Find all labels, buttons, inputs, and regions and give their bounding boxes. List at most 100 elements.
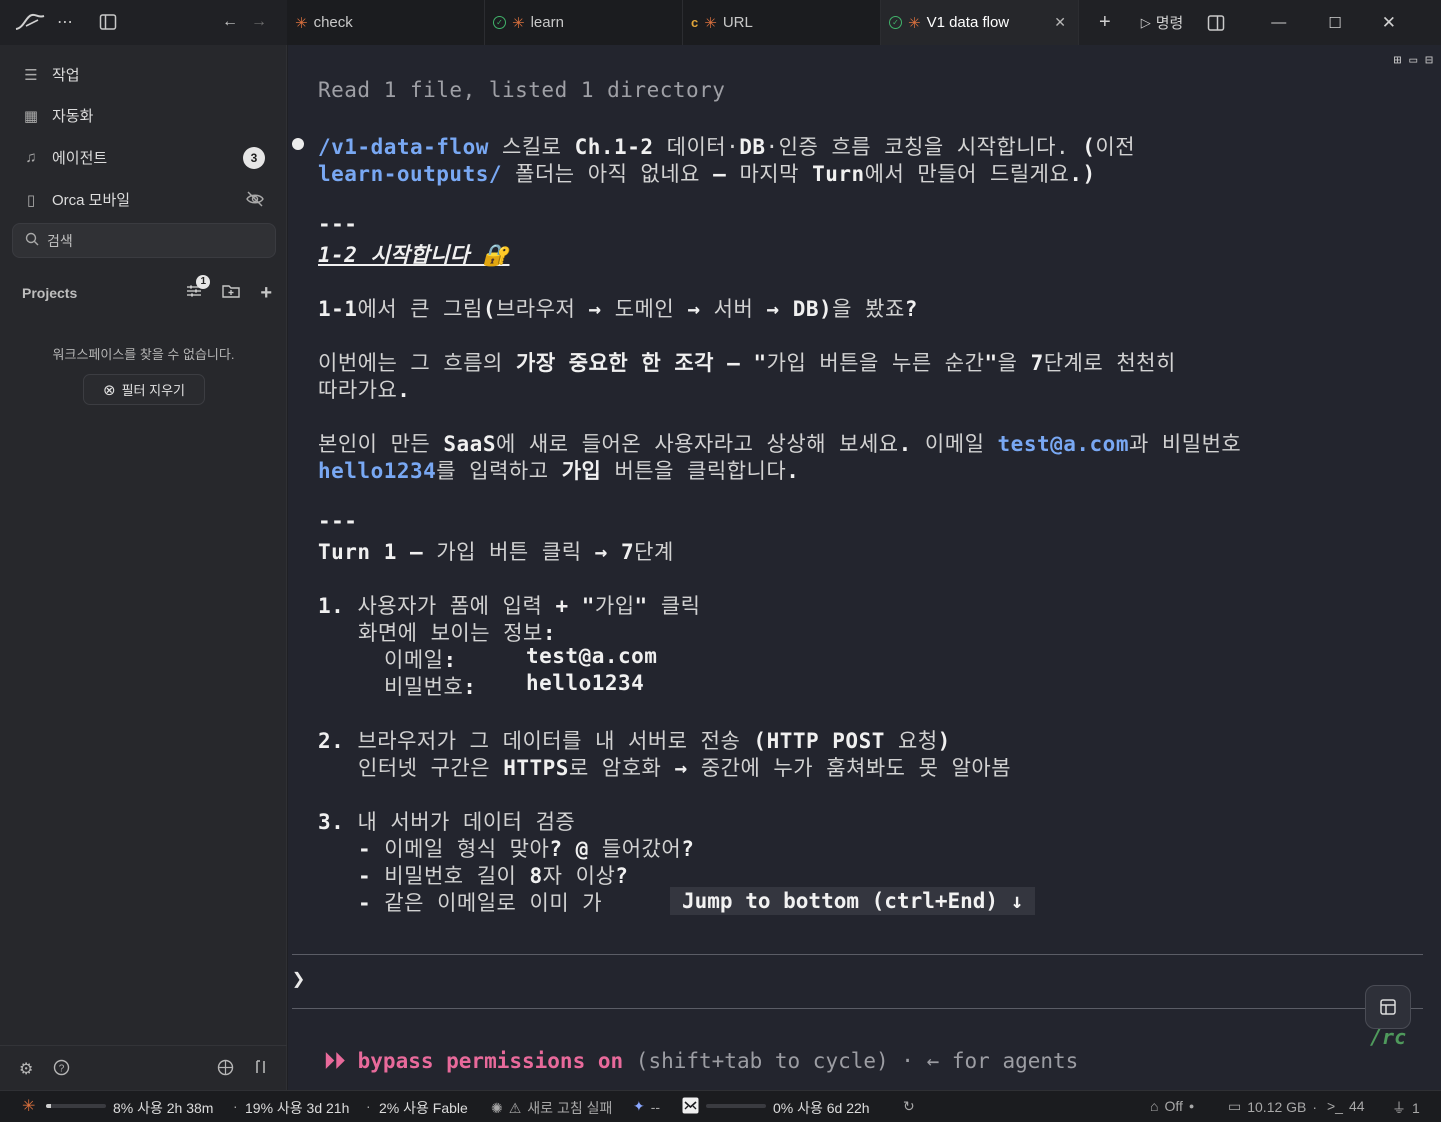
step-3-title: 3. 내 서버가 데이터 검증 xyxy=(318,810,576,834)
status-separator: · xyxy=(233,1098,238,1114)
layout-panel-button[interactable] xyxy=(1365,985,1411,1029)
empty-workspace-message: 워크스페이스를 찾을 수 없습니다. xyxy=(52,347,235,362)
sidebar-item-label: 작업 xyxy=(52,67,80,84)
search-icon xyxy=(25,232,39,249)
eye-off-icon[interactable] xyxy=(246,191,264,211)
terminal-count[interactable]: >_ 44 xyxy=(1327,1098,1365,1114)
usage-weekly[interactable]: 19% 사용 3d 21h xyxy=(245,1098,349,1118)
more-icon[interactable]: ⋯ xyxy=(57,12,73,32)
forward-arrow-icon[interactable]: → xyxy=(251,13,267,31)
bot-icon: ⌂ xyxy=(1150,1098,1159,1114)
tab-learn[interactable]: ✓ ✳ learn xyxy=(485,0,683,45)
sidebar-toggle-icon[interactable] xyxy=(99,13,117,31)
prompt-chevron[interactable]: ❯ xyxy=(292,967,305,992)
tab-url[interactable]: c ✳ URL xyxy=(683,0,881,45)
panel-toggle-icon[interactable] xyxy=(1207,14,1225,32)
projects-label: Projects xyxy=(22,285,78,301)
terminal-prompt-icon: >_ xyxy=(1327,1098,1343,1114)
title-bar: ⋯ ← → ✳ check ✓ ✳ learn c ✳ URL ✓ ✳ V1 d… xyxy=(0,0,1441,45)
filter-sliders-icon[interactable]: 1 xyxy=(186,274,211,304)
command-label: 명령 xyxy=(1155,15,1184,32)
projects-tools: 1 + xyxy=(186,274,272,305)
split-bars-icon[interactable] xyxy=(254,1059,268,1080)
check-circle-icon: ✓ xyxy=(493,16,506,29)
paragraph-1: 1-1에서 큰 그림(브라우저 → 도메인 → 서버 → DB)을 봤죠? xyxy=(318,297,918,321)
asterisk-icon: ✳ xyxy=(704,14,717,32)
tab-label: learn xyxy=(530,14,564,31)
asterisk-icon: ✳ xyxy=(295,14,308,32)
tab-v1-data-flow[interactable]: ✓ ✳ V1 data flow ✕ xyxy=(881,0,1079,45)
read-status-line: Read 1 file, listed 1 directory xyxy=(318,78,726,102)
bypass-permissions-status: ⏵⏵ bypass permissions on (shift+tab to c… xyxy=(324,1049,1079,1073)
sidebar-item-orca-mobile[interactable]: ▯ Orca 모바일 xyxy=(22,189,130,210)
clear-circle-icon: ⊗ xyxy=(103,381,116,399)
maximize-icon[interactable]: ☐ xyxy=(1328,14,1341,32)
tab-check[interactable]: ✳ check xyxy=(287,0,485,45)
close-window-icon[interactable]: ✕ xyxy=(1382,13,1396,33)
refresh-status[interactable]: ✺ ⚠ 새로 고침 실패 xyxy=(491,1098,612,1118)
usage-meter-2 xyxy=(706,1104,766,1108)
sparkle-icon: ✦ xyxy=(633,1098,645,1114)
status-separator: · xyxy=(366,1098,371,1114)
settings-gear-icon[interactable]: ⚙ xyxy=(19,1059,33,1079)
refresh-icon[interactable]: ↻ xyxy=(903,1098,915,1115)
phone-icon: ▯ xyxy=(26,191,36,209)
horizontal-rule: --- xyxy=(318,509,358,533)
sidebar-item-label: Orca 모바일 xyxy=(52,192,131,209)
c-icon: c xyxy=(691,15,699,30)
list-icon: ☰ xyxy=(24,66,38,84)
input-bottom-divider xyxy=(292,1008,1423,1009)
bell-icon: ♫ xyxy=(25,149,37,166)
status-dot-icon: ● xyxy=(1188,1101,1195,1111)
search-field[interactable] xyxy=(12,223,276,258)
terminal-pane[interactable]: ⊞ ▭ ⊟ Read 1 file, listed 1 directory /v… xyxy=(288,45,1441,1090)
terminal-top-tools: ⊞ ▭ ⊟ xyxy=(1394,53,1433,68)
split-pane-icon[interactable]: ⊟ xyxy=(1425,53,1433,68)
turn-heading: Turn 1 — 가입 버튼 클릭 → 7단계 xyxy=(318,540,674,564)
clear-filter-button[interactable]: ⊗ 필터 지우기 xyxy=(83,374,205,405)
port-count[interactable]: ⏚ 1 xyxy=(1392,1098,1420,1118)
new-tab-icon[interactable]: + xyxy=(1099,11,1111,34)
close-tab-icon[interactable]: ✕ xyxy=(1054,14,1066,31)
sidebar-item-tasks[interactable]: ☰ 작업 xyxy=(22,64,80,85)
gemini-status[interactable]: ✦ -- xyxy=(633,1098,660,1115)
back-arrow-icon[interactable]: ← xyxy=(222,13,238,31)
sidebar-footer: ⚙ ? xyxy=(0,1045,287,1090)
step-3-check-2: - 비밀번호 길이 8자 이상? xyxy=(358,864,629,888)
add-project-icon[interactable]: + xyxy=(260,282,272,305)
jump-to-bottom-button[interactable]: Jump to bottom (ctrl+End) ↓ xyxy=(670,887,1036,915)
asterisk-icon: ✳ xyxy=(908,14,921,32)
sidebar-item-label: 자동화 xyxy=(52,108,94,125)
sidebar-item-automation[interactable]: ▦ 자동화 xyxy=(22,105,94,126)
remote-status[interactable]: ⌂ Off ● xyxy=(1150,1098,1194,1114)
usage-secondary[interactable]: 0% 사용 6d 22h xyxy=(773,1098,870,1118)
openai-icon: ✺ xyxy=(491,1099,503,1116)
asterisk-icon: ✳ xyxy=(22,1098,36,1115)
step-1-password-row: 비밀번호: hello1234 xyxy=(384,671,645,699)
status-bar: ✳ 8% 사용 2h 38m · 19% 사용 3d 21h · 2% 사용 F… xyxy=(0,1090,1441,1122)
memory-chip-icon: ▭ xyxy=(1228,1098,1242,1114)
add-comment-icon[interactable]: ⊞ xyxy=(1394,53,1402,68)
paragraph-2-line-2: 따라가요. xyxy=(318,378,411,402)
sidebar-item-agents[interactable]: ♫ 에이전트 xyxy=(22,147,107,168)
new-folder-icon[interactable] xyxy=(222,283,241,304)
tab-label: check xyxy=(313,14,353,31)
memory-status[interactable]: ▭ 10.12 GB · xyxy=(1228,1098,1317,1115)
clear-filter-label: 필터 지우기 xyxy=(121,383,185,398)
paragraph-3-line-1: 본인이 만든 SaaS에 새로 들어온 사용자라고 상상해 보세요. 이메일 t… xyxy=(318,432,1242,456)
mail-icon xyxy=(682,1097,699,1114)
command-button[interactable]: ▷ 명령 xyxy=(1141,12,1184,33)
search-input[interactable] xyxy=(47,232,267,249)
usage-model[interactable]: 2% 사용 Fable xyxy=(379,1098,468,1118)
usage-5h[interactable]: 8% 사용 2h 38m xyxy=(113,1098,213,1118)
step-1-screen-info: 화면에 보이는 정보: xyxy=(358,621,557,645)
paragraph-3-line-2: hello1234를 입력하고 가입 버튼을 클릭합니다. xyxy=(318,459,800,483)
comment-icon[interactable]: ▭ xyxy=(1409,53,1417,68)
plug-icon: ⏚ xyxy=(1392,1100,1406,1116)
minimize-icon[interactable]: — xyxy=(1271,14,1286,31)
help-icon[interactable]: ? xyxy=(53,1059,70,1081)
message-bullet xyxy=(292,138,304,150)
check-circle-icon: ✓ xyxy=(889,16,902,29)
intro-line-2: learn-outputs/ 폴더는 아직 없네요 — 마지막 Turn에서 만… xyxy=(318,162,1096,186)
crosshair-icon[interactable] xyxy=(217,1059,234,1081)
